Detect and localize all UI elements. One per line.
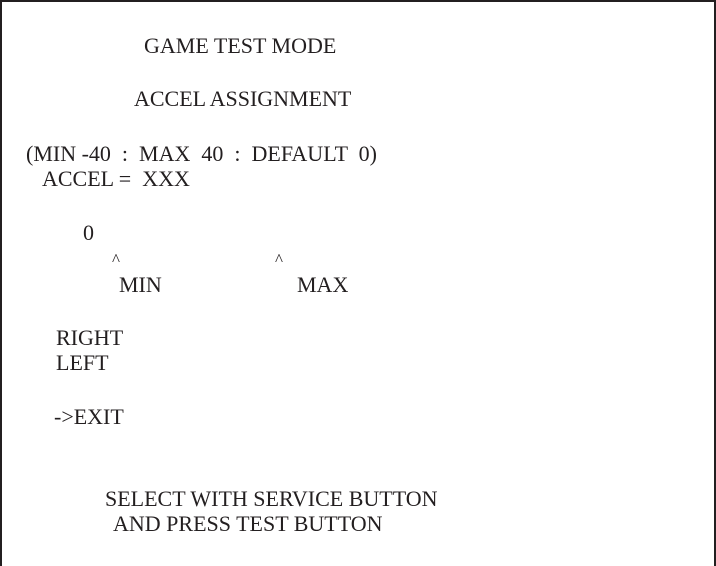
gauge-value-label: 0: [83, 220, 94, 245]
instruction-line-1: SELECT WITH SERVICE BUTTON: [105, 486, 438, 511]
accel-readout: ACCEL = XXX: [42, 166, 190, 191]
max-label: MAX: [297, 272, 349, 297]
min-label: MIN: [119, 272, 162, 297]
page-title: GAME TEST MODE: [144, 33, 337, 58]
menu-item-left[interactable]: LEFT: [56, 352, 109, 374]
menu-item-right[interactable]: RIGHT: [56, 327, 123, 349]
instruction-line-2: AND PRESS TEST BUTTON: [113, 511, 383, 536]
menu-item-exit[interactable]: ->EXIT: [54, 406, 124, 428]
screen-frame: [0, 0, 716, 566]
min-marker: ^: [112, 250, 120, 269]
range-note: (MIN -40 : MAX 40 : DEFAULT 0): [26, 141, 377, 166]
page-subtitle: ACCEL ASSIGNMENT: [134, 86, 352, 111]
max-marker: ^: [275, 250, 283, 269]
